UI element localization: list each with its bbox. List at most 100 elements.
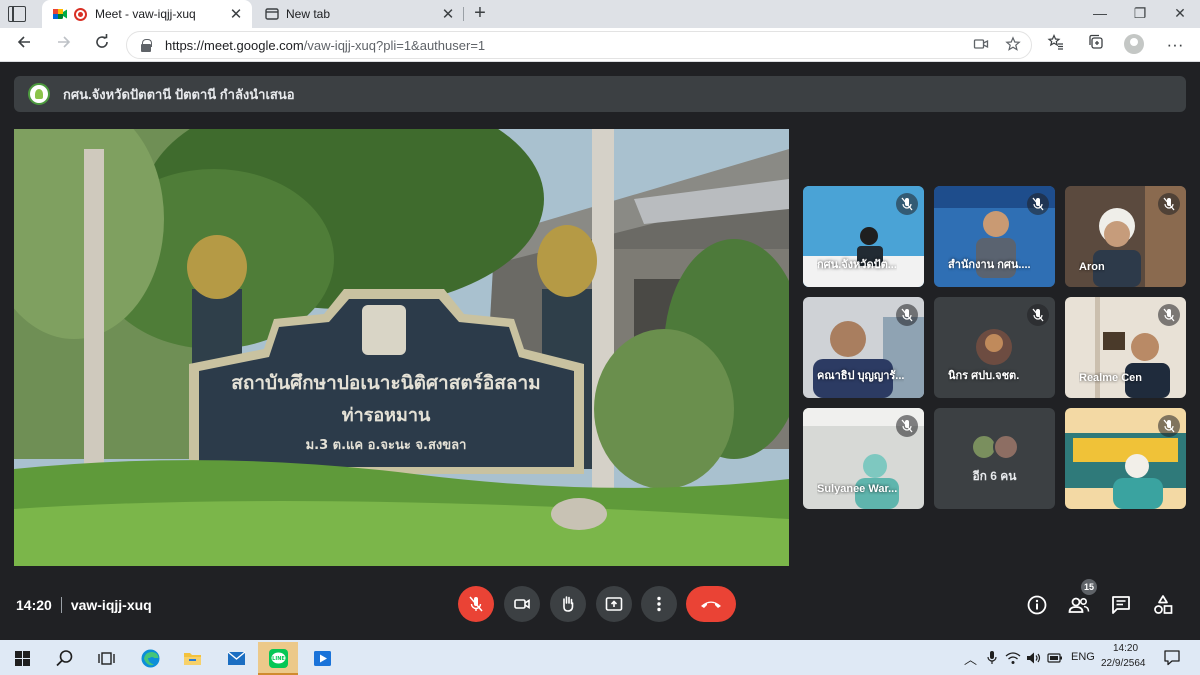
- more-participants-avatars: [971, 434, 1021, 460]
- participant-avatar: [976, 329, 1012, 365]
- info-icon: [1027, 595, 1047, 615]
- participant-tile[interactable]: [1065, 408, 1186, 509]
- url-host: https://meet.google.com: [165, 38, 304, 53]
- volume-icon[interactable]: [1026, 651, 1042, 665]
- tab-title: New tab: [286, 7, 331, 21]
- presenter-avatar: [28, 83, 50, 105]
- add-favorite-icon[interactable]: [1003, 36, 1023, 56]
- leave-call-button[interactable]: [686, 586, 736, 622]
- mic-off-icon: [896, 193, 918, 215]
- svg-text:LINE: LINE: [272, 656, 285, 662]
- url-path: /vaw-iqjj-xuq?pli=1&authuser=1: [303, 38, 486, 53]
- presenter-text: กศน.จังหวัดปัตตานี ปัตตานี กำลังนำเสนอ: [63, 86, 295, 102]
- participant-name: Sulyanee War...: [817, 483, 898, 495]
- new-tab-button[interactable]: +: [469, 2, 491, 24]
- mic-toggle-button[interactable]: [458, 586, 494, 622]
- start-button[interactable]: [2, 642, 42, 675]
- search-icon: [56, 650, 73, 667]
- close-tab-icon[interactable]: ✕: [438, 5, 458, 23]
- mic-off-icon: [469, 596, 483, 612]
- more-menu-icon[interactable]: ···: [1163, 33, 1187, 57]
- participant-name: นิกร ศปบ.จชต.: [948, 370, 1020, 382]
- tab-actions-icon[interactable]: [8, 6, 26, 22]
- meeting-code: vaw-iqjj-xuq: [70, 597, 152, 613]
- participant-name: สำนักงาน กศน....: [948, 259, 1031, 271]
- favorites-icon[interactable]: [1044, 33, 1068, 57]
- address-bar[interactable]: https://meet.google.com/vaw-iqjj-xuq?pli…: [126, 31, 1032, 59]
- camera-in-use-icon[interactable]: [971, 36, 991, 56]
- more-participants-tile[interactable]: อีก 6 คน: [934, 408, 1055, 509]
- meeting-info: 14:20 vaw-iqjj-xuq: [16, 597, 152, 613]
- raise-hand-button[interactable]: [550, 586, 586, 622]
- present-screen-button[interactable]: [596, 586, 632, 622]
- participant-name: Realme Cen: [1079, 372, 1142, 384]
- clock-time[interactable]: 14:20: [1113, 643, 1138, 654]
- recording-icon: [74, 7, 87, 21]
- close-tab-icon[interactable]: ✕: [226, 5, 246, 23]
- presentation-video[interactable]: สถาบันศึกษาปอเนาะนิติศาสตร์อิสลาม ท่ารอห…: [14, 129, 789, 566]
- restore-icon[interactable]: ❐: [1120, 4, 1160, 22]
- meet-area: กศน.จังหวัดปัตตานี ปัตตานี กำลังนำเสนอ ส…: [0, 62, 1200, 640]
- chat-button[interactable]: [1109, 593, 1133, 617]
- people-icon: [1068, 597, 1090, 613]
- more-participants-label: อีก 6 คน: [972, 469, 1017, 483]
- show-hidden-icons[interactable]: ︿: [964, 649, 977, 668]
- raise-hand-icon: [563, 596, 574, 612]
- participant-tile[interactable]: สำนักงาน กศน....: [934, 186, 1055, 287]
- participant-tile[interactable]: Realme Cen: [1065, 297, 1186, 398]
- edge-app[interactable]: [130, 642, 170, 675]
- svg-text:สถาบันศึกษาปอเนาะนิติศาสตร์อิส: สถาบันศึกษาปอเนาะนิติศาสตร์อิสลาม: [231, 372, 540, 394]
- meeting-details-button[interactable]: [1025, 593, 1049, 617]
- search-button[interactable]: [44, 642, 84, 675]
- participant-tile[interactable]: นิกร ศปบ.จชต.: [934, 297, 1055, 398]
- hang-up-icon: [701, 601, 721, 608]
- lock-icon[interactable]: [141, 39, 152, 52]
- windows-logo-icon: [15, 651, 30, 666]
- collections-icon[interactable]: [1084, 33, 1108, 57]
- participant-tile[interactable]: Sulyanee War...: [803, 408, 924, 509]
- edge-icon: [141, 649, 160, 668]
- reload-icon[interactable]: [90, 33, 114, 57]
- window-close-icon[interactable]: ✕: [1160, 4, 1200, 22]
- media-player-icon: [314, 651, 331, 666]
- mail-icon: [227, 651, 246, 665]
- participant-tile[interactable]: คณาธิป บุญญารั...: [803, 297, 924, 398]
- more-options-button[interactable]: [641, 586, 677, 622]
- participant-name: กศน.จังหวัดปัต...: [817, 259, 897, 271]
- activities-button[interactable]: [1151, 593, 1175, 617]
- battery-icon[interactable]: [1047, 652, 1063, 664]
- minimize-icon[interactable]: —: [1080, 4, 1120, 22]
- url-text[interactable]: https://meet.google.com/vaw-iqjj-xuq?pli…: [165, 38, 485, 53]
- input-language-indicator[interactable]: ENG: [1071, 651, 1095, 663]
- tab-strip: Meet - vaw-iqjj-xuq ✕ New tab ✕ + — ❐ ✕: [0, 0, 1200, 28]
- mic-off-icon: [1158, 304, 1180, 326]
- notifications-icon[interactable]: [1163, 649, 1181, 666]
- participant-tile[interactable]: Aron: [1065, 186, 1186, 287]
- people-button[interactable]: [1067, 593, 1091, 617]
- participant-tile[interactable]: กศน.จังหวัดปัต...: [803, 186, 924, 287]
- task-view-button[interactable]: [86, 642, 126, 675]
- presenter-banner: กศน.จังหวัดปัตตานี ปัตตานี กำลังนำเสนอ: [14, 76, 1186, 112]
- camera-toggle-button[interactable]: [504, 586, 540, 622]
- chat-icon: [1112, 596, 1130, 614]
- forward-icon[interactable]: [52, 33, 76, 57]
- mic-off-icon: [896, 304, 918, 326]
- wifi-icon[interactable]: [1005, 651, 1021, 665]
- tab-new-tab[interactable]: New tab ✕: [254, 0, 464, 28]
- line-app[interactable]: LINE: [258, 642, 298, 675]
- clock-date[interactable]: 22/9/2564: [1101, 658, 1146, 669]
- mic-off-icon: [1158, 193, 1180, 215]
- media-player-app[interactable]: [302, 642, 342, 675]
- presentation-scene-image: สถาบันศึกษาปอเนาะนิติศาสตร์อิสลาม ท่ารอห…: [14, 129, 789, 566]
- profile-avatar[interactable]: [1124, 34, 1144, 54]
- divider: [60, 597, 62, 613]
- svg-text:ท่ารอหมาน: ท่ารอหมาน: [342, 405, 431, 426]
- mail-app[interactable]: [216, 642, 256, 675]
- tab-meet[interactable]: Meet - vaw-iqjj-xuq ✕: [42, 0, 252, 28]
- file-explorer-app[interactable]: [172, 642, 212, 675]
- participant-avatar: [993, 434, 1019, 460]
- back-icon[interactable]: [12, 33, 36, 57]
- microphone-icon[interactable]: [986, 650, 998, 666]
- line-icon: LINE: [269, 649, 288, 668]
- participant-name: Aron: [1079, 261, 1105, 273]
